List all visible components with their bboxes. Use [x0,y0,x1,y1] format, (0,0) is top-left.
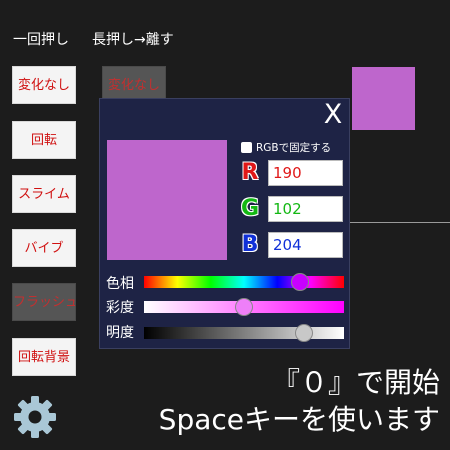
effect-vibe-button[interactable]: バイブ [12,229,76,267]
long-press-header: 長押し→離す [92,32,174,48]
saturation-slider[interactable] [144,298,344,316]
space-key-instruction: Spaceキーを使います [158,403,440,436]
color-preview-swatch[interactable] [352,67,415,130]
saturation-label: 彩度 [106,300,134,316]
divider-line [343,222,450,223]
close-icon[interactable]: X [319,101,347,129]
effect-none-button[interactable]: 変化なし [12,66,76,104]
saturation-slider-handle[interactable] [235,298,253,316]
hue-slider[interactable] [144,273,344,291]
rgb-lock-toggle[interactable]: RGBで固定する [241,140,331,154]
effect-rotate-background-button[interactable]: 回転背景 [12,338,76,376]
green-value-field[interactable]: 102 [268,196,343,222]
green-channel-label: G [240,196,260,221]
brightness-label: 明度 [106,325,134,341]
blue-channel-label: B [241,232,259,257]
effect-slime-button[interactable]: スライム [12,175,76,213]
single-press-header: 一回押し [13,32,69,48]
gear-icon[interactable] [11,393,59,441]
hue-slider-handle[interactable] [291,273,309,291]
effect-flash-button[interactable]: フラッシュ [12,283,76,321]
red-value-field[interactable]: 190 [268,160,343,186]
rgb-lock-label: RGBで固定する [256,141,332,154]
hue-label: 色相 [106,276,134,292]
start-instruction: 『０』で開始 [271,366,440,399]
blue-value-field[interactable]: 204 [268,232,343,258]
picker-color-swatch [107,140,227,260]
brightness-slider[interactable] [144,324,344,342]
brightness-slider-handle[interactable] [295,324,313,342]
effect-rotate-button[interactable]: 回転 [12,121,76,159]
red-channel-label: R [241,160,259,185]
rgb-lock-checkbox[interactable] [241,141,252,153]
color-picker-panel: X RGBで固定する R 190 G 102 B 204 色相 彩度 明度 [99,98,350,349]
